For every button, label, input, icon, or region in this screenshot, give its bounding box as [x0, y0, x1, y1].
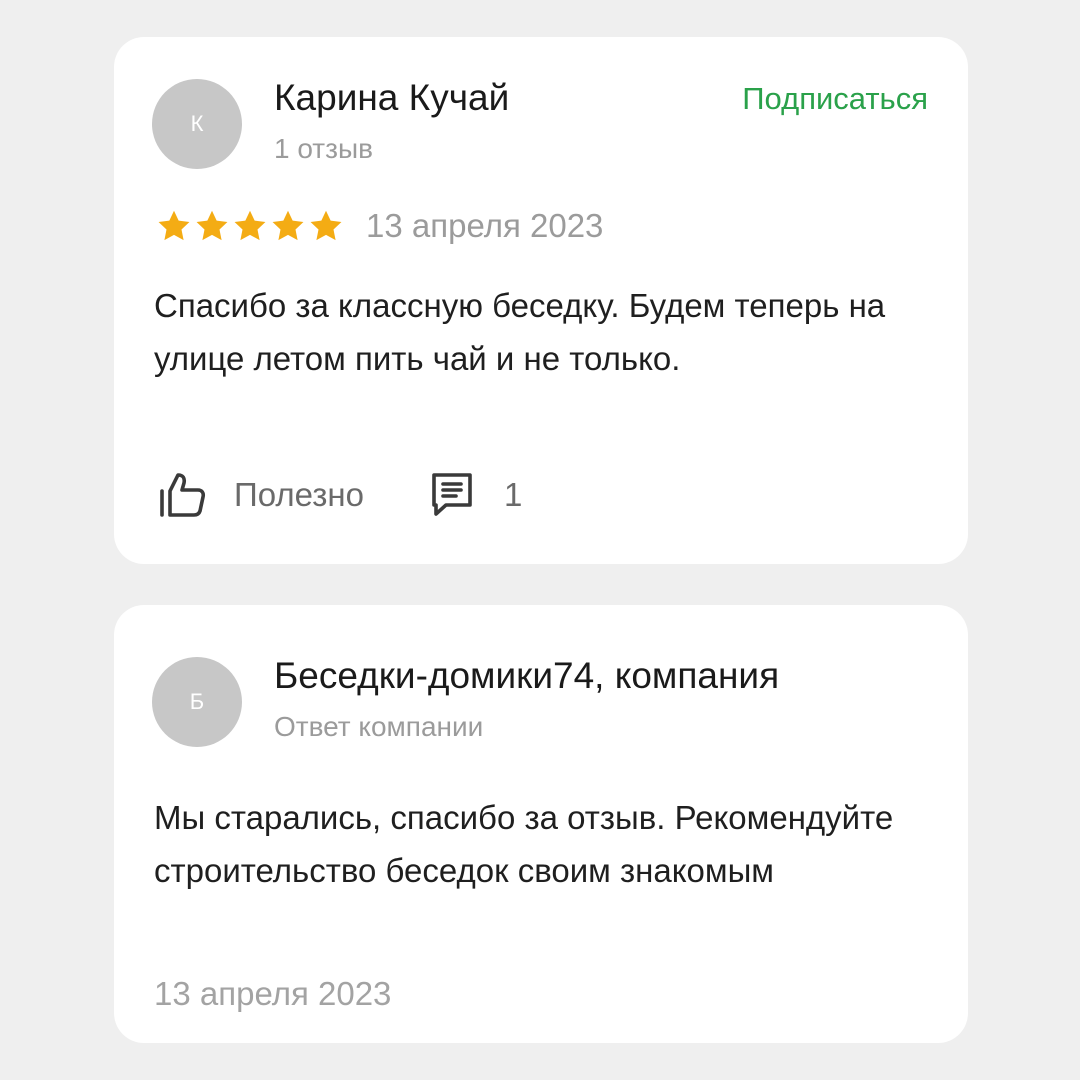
subscribe-button[interactable]: Подписаться [742, 81, 928, 117]
avatar-initial: К [190, 111, 204, 136]
reply-text: Мы старались, спасибо за отзыв. Рекоменд… [154, 799, 894, 889]
reply-card: Б Беседки-домики74, компания Ответ компа… [114, 605, 968, 1043]
company-reply-label: Ответ компании [274, 711, 484, 742]
avatar[interactable]: К [152, 79, 242, 169]
review-card: К Карина Кучай 1 отзыв Подписаться 13 ап… [114, 37, 968, 564]
star-icon [272, 210, 304, 241]
comments-button[interactable]: 1 [426, 469, 522, 521]
helpful-label: Полезно [234, 476, 364, 513]
helpful-button[interactable]: Полезно [156, 469, 364, 521]
company-name[interactable]: Беседки-домики74, компания [274, 655, 779, 697]
reply-date: 13 апреля 2023 [154, 975, 392, 1012]
review-actions: Полезно 1 [156, 469, 522, 521]
star-icon [310, 210, 342, 241]
review-text: Спасибо за классную беседку. Будем тепер… [154, 287, 886, 377]
star-icon [234, 210, 266, 241]
review-author-name[interactable]: Карина Кучай [274, 77, 509, 119]
comments-count: 1 [503, 476, 523, 513]
star-rating [156, 208, 344, 244]
thumbs-up-icon [160, 473, 206, 517]
company-avatar[interactable]: Б [152, 657, 242, 747]
rating-row: 13 апреля 2023 [156, 207, 603, 245]
review-date: 13 апреля 2023 [366, 207, 604, 244]
avatar-initial: Б [189, 689, 205, 714]
star-icon [158, 210, 190, 241]
review-author-count: 1 отзыв [274, 133, 373, 164]
star-icon [196, 210, 228, 241]
comment-icon [432, 473, 472, 516]
